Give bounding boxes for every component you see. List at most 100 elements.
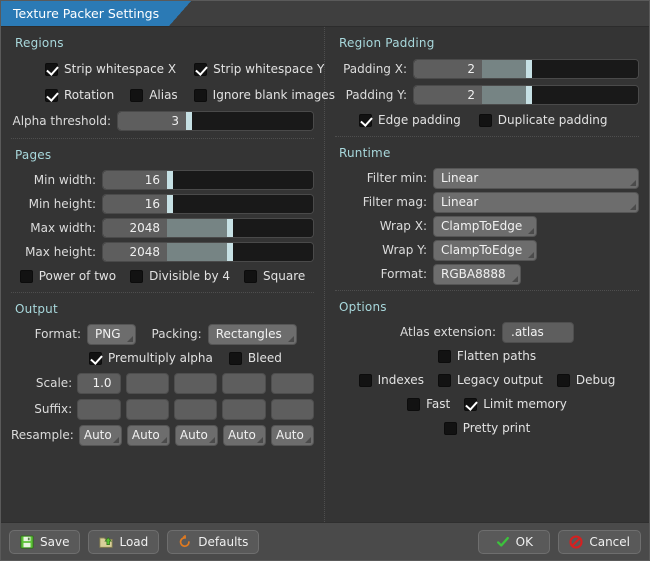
checkbox-ignore-blank-images[interactable]: Ignore blank images bbox=[194, 88, 335, 102]
slider-min-height[interactable]: 16 bbox=[102, 194, 314, 214]
input-suffix-5[interactable] bbox=[271, 399, 314, 420]
section-title-runtime: Runtime bbox=[335, 143, 639, 166]
label-suffix: Suffix: bbox=[11, 402, 72, 416]
ok-button[interactable]: OK bbox=[478, 530, 550, 554]
checkbox-square[interactable]: Square bbox=[244, 269, 305, 283]
dropdown-filter-min[interactable]: Linear bbox=[433, 168, 639, 189]
input-suffix-1[interactable] bbox=[77, 399, 120, 420]
slider-padding-x[interactable]: 2 bbox=[413, 59, 639, 79]
section-regions: Regions Strip whitespace X Strip whitesp… bbox=[11, 33, 314, 138]
dropdown-resample-3[interactable]: Auto bbox=[175, 425, 218, 446]
label-resample: Resample: bbox=[11, 428, 74, 442]
save-button[interactable]: Save bbox=[9, 530, 80, 554]
section-region-padding: Region Padding Padding X: 2 Padding Y: 2 bbox=[335, 33, 639, 136]
label-alpha-threshold: Alpha threshold: bbox=[11, 114, 111, 128]
dropdown-resample-2[interactable]: Auto bbox=[127, 425, 170, 446]
checkbox-label: Duplicate padding bbox=[498, 113, 608, 127]
checkbox-divisible-by-4[interactable]: Divisible by 4 bbox=[130, 269, 230, 283]
dropdown-wrap-y[interactable]: ClampToEdge bbox=[433, 240, 537, 261]
checkbox-box-icon bbox=[359, 374, 372, 387]
dropdown-runtime-format[interactable]: RGBA8888 bbox=[433, 264, 521, 285]
checkbox-label: Limit memory bbox=[483, 397, 567, 411]
checkbox-legacy-output[interactable]: Legacy output bbox=[438, 373, 543, 387]
dropdown-format[interactable]: PNG bbox=[87, 324, 136, 345]
checkbox-rotation[interactable]: Rotation bbox=[45, 88, 114, 102]
slider-fill bbox=[482, 86, 526, 104]
slider-value: 2048 bbox=[103, 243, 167, 261]
input-scale-3[interactable] bbox=[174, 373, 217, 394]
checkbox-box-icon bbox=[20, 270, 33, 283]
left-column: Regions Strip whitespace X Strip whitesp… bbox=[1, 27, 325, 522]
checkbox-bleed[interactable]: Bleed bbox=[229, 351, 282, 365]
pages-checkbox-row: Power of two Divisible by 4 Square bbox=[11, 264, 314, 288]
section-runtime: Runtime Filter min: Linear Filter mag: L… bbox=[335, 136, 639, 290]
checkbox-box-icon bbox=[407, 398, 420, 411]
ok-button-label: OK bbox=[516, 535, 533, 549]
checkbox-label: Flatten paths bbox=[457, 349, 536, 363]
label-wrap-y: Wrap Y: bbox=[335, 243, 427, 257]
checkbox-indexes[interactable]: Indexes bbox=[359, 373, 424, 387]
cancel-button-label: Cancel bbox=[589, 535, 630, 549]
checkbox-box-icon bbox=[438, 350, 451, 363]
checkbox-label: Power of two bbox=[39, 269, 116, 283]
row-premultiply-bleed: Premultiply alpha Bleed bbox=[11, 346, 314, 370]
checkbox-strip-whitespace-x[interactable]: Strip whitespace X bbox=[45, 62, 176, 76]
input-suffix-2[interactable] bbox=[126, 399, 169, 420]
row-fast-limit-memory: Fast Limit memory bbox=[335, 392, 639, 416]
dropdown-resample-4[interactable]: Auto bbox=[223, 425, 266, 446]
section-output: Output Format: PNG Packing: Rectangles P… bbox=[11, 292, 314, 452]
slider-track bbox=[233, 243, 313, 261]
input-atlas-extension[interactable]: .atlas bbox=[502, 322, 574, 343]
checkbox-premultiply-alpha[interactable]: Premultiply alpha bbox=[89, 351, 213, 365]
input-scale-5[interactable] bbox=[271, 373, 314, 394]
right-column: Region Padding Padding X: 2 Padding Y: 2 bbox=[325, 27, 649, 522]
no-entry-icon bbox=[569, 535, 583, 549]
slider-padding-y[interactable]: 2 bbox=[413, 85, 639, 105]
tab-slant-edge bbox=[169, 1, 191, 26]
dropdown-resample-1[interactable]: Auto bbox=[79, 425, 122, 446]
input-scale-2[interactable] bbox=[126, 373, 169, 394]
dropdown-wrap-x[interactable]: ClampToEdge bbox=[433, 216, 537, 237]
row-padding-x: Padding X: 2 bbox=[335, 56, 639, 82]
cancel-button[interactable]: Cancel bbox=[558, 530, 641, 554]
row-min-width: Min width: 16 bbox=[11, 168, 314, 192]
dropdown-filter-mag[interactable]: Linear bbox=[433, 192, 639, 213]
dropdown-packing[interactable]: Rectangles bbox=[208, 324, 297, 345]
slider-alpha-threshold[interactable]: 3 bbox=[117, 111, 314, 131]
slider-max-height[interactable]: 2048 bbox=[102, 242, 314, 262]
label-filter-min: Filter min: bbox=[335, 171, 427, 185]
folder-up-icon bbox=[99, 535, 113, 549]
checkbox-flatten-paths[interactable]: Flatten paths bbox=[438, 349, 536, 363]
section-pages: Pages Min width: 16 Min height: 16 bbox=[11, 138, 314, 292]
slider-min-width[interactable]: 16 bbox=[102, 170, 314, 190]
row-min-height: Min height: 16 bbox=[11, 192, 314, 216]
defaults-button[interactable]: Defaults bbox=[167, 530, 259, 554]
input-suffix-3[interactable] bbox=[174, 399, 217, 420]
checkbox-limit-memory[interactable]: Limit memory bbox=[464, 397, 567, 411]
row-max-height: Max height: 2048 bbox=[11, 240, 314, 264]
checkbox-edge-padding[interactable]: Edge padding bbox=[359, 113, 461, 127]
footer-toolbar: Save Load Defaults bbox=[1, 522, 649, 560]
checkbox-box-icon bbox=[45, 63, 58, 76]
checkbox-alias[interactable]: Alias bbox=[130, 88, 177, 102]
checkbox-pretty-print[interactable]: Pretty print bbox=[444, 421, 531, 435]
input-scale-4[interactable] bbox=[222, 373, 265, 394]
load-button[interactable]: Load bbox=[88, 530, 159, 554]
checkbox-power-of-two[interactable]: Power of two bbox=[20, 269, 116, 283]
checkbox-duplicate-padding[interactable]: Duplicate padding bbox=[479, 113, 608, 127]
input-scale-1[interactable]: 1.0 bbox=[77, 373, 120, 394]
slider-max-width[interactable]: 2048 bbox=[102, 218, 314, 238]
tab-texture-packer-settings[interactable]: Texture Packer Settings bbox=[1, 1, 169, 26]
slider-value: 3 bbox=[118, 112, 186, 130]
input-suffix-4[interactable] bbox=[222, 399, 265, 420]
label-wrap-x: Wrap X: bbox=[335, 219, 427, 233]
dropdown-resample-5[interactable]: Auto bbox=[271, 425, 314, 446]
checkbox-debug[interactable]: Debug bbox=[557, 373, 615, 387]
checkbox-strip-whitespace-y[interactable]: Strip whitespace Y bbox=[194, 62, 324, 76]
slider-fill bbox=[482, 60, 526, 78]
slider-track bbox=[173, 195, 313, 213]
tab-label: Texture Packer Settings bbox=[13, 6, 159, 21]
checkbox-fast[interactable]: Fast bbox=[407, 397, 450, 411]
checkbox-box-icon bbox=[244, 270, 257, 283]
slider-track bbox=[233, 219, 313, 237]
